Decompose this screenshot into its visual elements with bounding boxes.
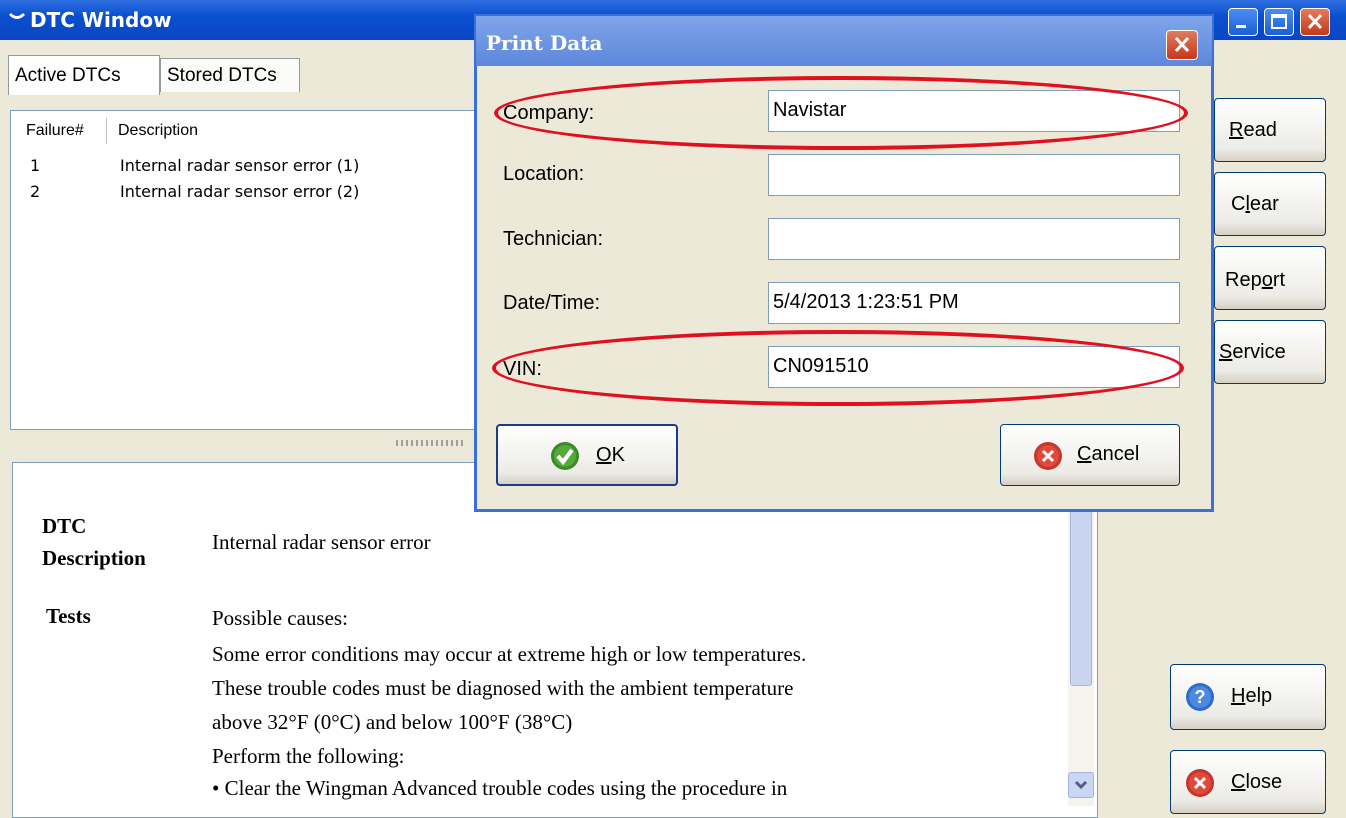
help-button-label: Help [1231, 685, 1273, 707]
row-1-failure-number[interactable]: 1 [30, 156, 40, 175]
tests-line-4: above 32°F (0°C) and below 100°F (38°C) [212, 710, 573, 734]
close-circle-icon [1186, 769, 1214, 797]
description-heading: Description [42, 546, 146, 570]
tests-line-2: Some error conditions may occur at extre… [212, 642, 807, 666]
tests-line-5: Perform the following: [212, 744, 405, 768]
maximize-button[interactable] [1264, 8, 1294, 36]
dialog-close-button[interactable] [1166, 30, 1198, 60]
read-button-label: Read [1229, 119, 1277, 141]
svg-text:?: ? [1195, 687, 1206, 707]
minimize-icon [1236, 25, 1246, 28]
checkmark-icon [551, 442, 579, 470]
clear-button[interactable]: Clear [1214, 172, 1326, 236]
cancel-icon [1034, 442, 1062, 470]
column-header-failure[interactable]: Failure# [26, 122, 84, 140]
row-2-failure-number[interactable]: 2 [30, 182, 40, 201]
tests-line-1: Possible causes: [212, 606, 348, 630]
maximize-icon [1271, 14, 1287, 29]
app-icon [9, 13, 25, 19]
close-icon [1174, 36, 1190, 53]
technician-label: Technician: [503, 228, 604, 250]
chevron-down-icon [1074, 780, 1088, 790]
dialog-title: Print Data [486, 31, 603, 55]
service-button-label: Service [1219, 341, 1286, 363]
help-icon: ? [1186, 683, 1214, 711]
report-button[interactable]: Report [1214, 246, 1326, 310]
location-label: Location: [503, 163, 585, 185]
cancel-button[interactable]: Cancel [1000, 424, 1180, 486]
window-title: DTC Window [30, 8, 172, 32]
dtc-details-panel [12, 462, 1098, 818]
close-button-label: Close [1231, 771, 1283, 793]
location-field[interactable] [768, 154, 1180, 196]
splitter-grip[interactable] [396, 440, 466, 446]
tests-line-6: • Clear the Wingman Advanced trouble cod… [212, 776, 788, 800]
column-header-description[interactable]: Description [118, 122, 198, 140]
help-button[interactable]: ? Help [1170, 664, 1326, 730]
row-2-description[interactable]: Internal radar sensor error (2) [120, 182, 359, 201]
ok-button-label: OK [596, 444, 625, 466]
window-close-button[interactable] [1300, 8, 1330, 36]
report-button-label: Report [1225, 269, 1286, 291]
row-1-description[interactable]: Internal radar sensor error (1) [120, 156, 359, 175]
technician-field[interactable] [768, 218, 1180, 260]
tests-line-3: These trouble codes must be diagnosed wi… [212, 676, 794, 700]
tests-heading: Tests [46, 604, 91, 628]
datetime-field[interactable]: 5/4/2013 1:23:51 PM [768, 282, 1180, 324]
vin-annotation-oval [492, 330, 1184, 406]
cancel-button-label: Cancel [1077, 443, 1140, 465]
scroll-down-button[interactable] [1068, 772, 1094, 798]
datetime-label: Date/Time: [503, 292, 601, 314]
close-icon [1307, 13, 1323, 30]
dtc-heading: DTC [42, 514, 87, 538]
scrollbar-thumb[interactable] [1070, 510, 1092, 686]
service-button[interactable]: Service [1214, 320, 1326, 384]
ok-button[interactable]: OK [496, 424, 678, 486]
company-annotation-oval [494, 76, 1188, 150]
tab-active-dtcs[interactable]: Active DTCs [8, 55, 160, 95]
close-button[interactable]: Close [1170, 750, 1326, 814]
minimize-button[interactable] [1228, 8, 1258, 36]
column-separator[interactable] [106, 118, 107, 144]
tab-stored-dtcs[interactable]: Stored DTCs [160, 58, 300, 92]
description-value: Internal radar sensor error [212, 530, 431, 554]
clear-button-label: Clear [1231, 193, 1279, 215]
read-button[interactable]: Read [1214, 98, 1326, 162]
